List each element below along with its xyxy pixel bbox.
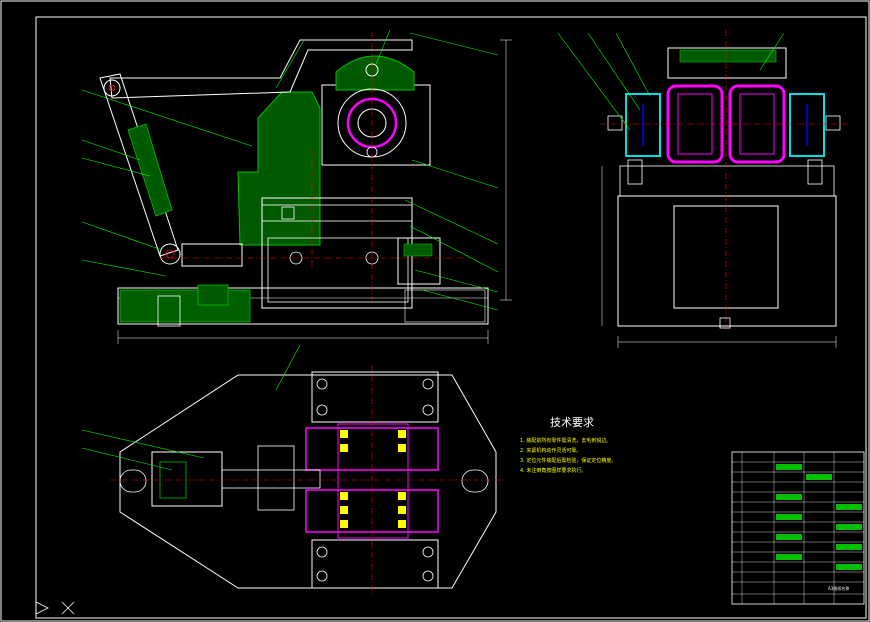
side-dimensions [601,166,837,348]
clamp-body [237,91,321,246]
rail-top [311,371,439,423]
tech-req-item-3: 3. 定位元件装配后需检验，保证定位精度。 [520,457,616,464]
technical-requirements: 技术要求 1. 装配前所有零件需清洗，去毛刺锐边。 2. 夹紧机构动作灵活可靠。… [520,416,616,474]
title-block-fills [776,464,862,570]
rail-bottom [311,539,439,589]
link-rod [99,73,181,265]
front-view [81,29,512,344]
tech-req-item-4: 4. 未注倒角按图样要求执行。 [520,467,586,474]
top-base-outline [119,374,497,589]
base-hatch-right [404,289,486,323]
tech-req-item-1: 1. 装配前所有零件需清洗，去毛刺锐边。 [520,437,611,444]
yellow-markers [340,430,406,528]
base-hatch-left [119,289,251,323]
side-view [557,30,850,348]
title-block-name: A3图纸名称 [828,585,849,591]
tech-req-title: 技术要求 [550,416,594,429]
title-block: A3图纸名称 [731,451,865,605]
cad-drawing-canvas: 技术要求 1. 装配前所有零件需清洗，去毛刺锐边。 2. 夹紧机构动作灵活可靠。… [0,0,870,622]
top-leaders [81,344,301,471]
corner-markers [35,601,75,615]
side-base [617,195,837,327]
slider [181,243,243,267]
tech-req-item-2: 2. 夹紧机构动作灵活可靠。 [520,447,581,454]
top-view [81,344,506,595]
